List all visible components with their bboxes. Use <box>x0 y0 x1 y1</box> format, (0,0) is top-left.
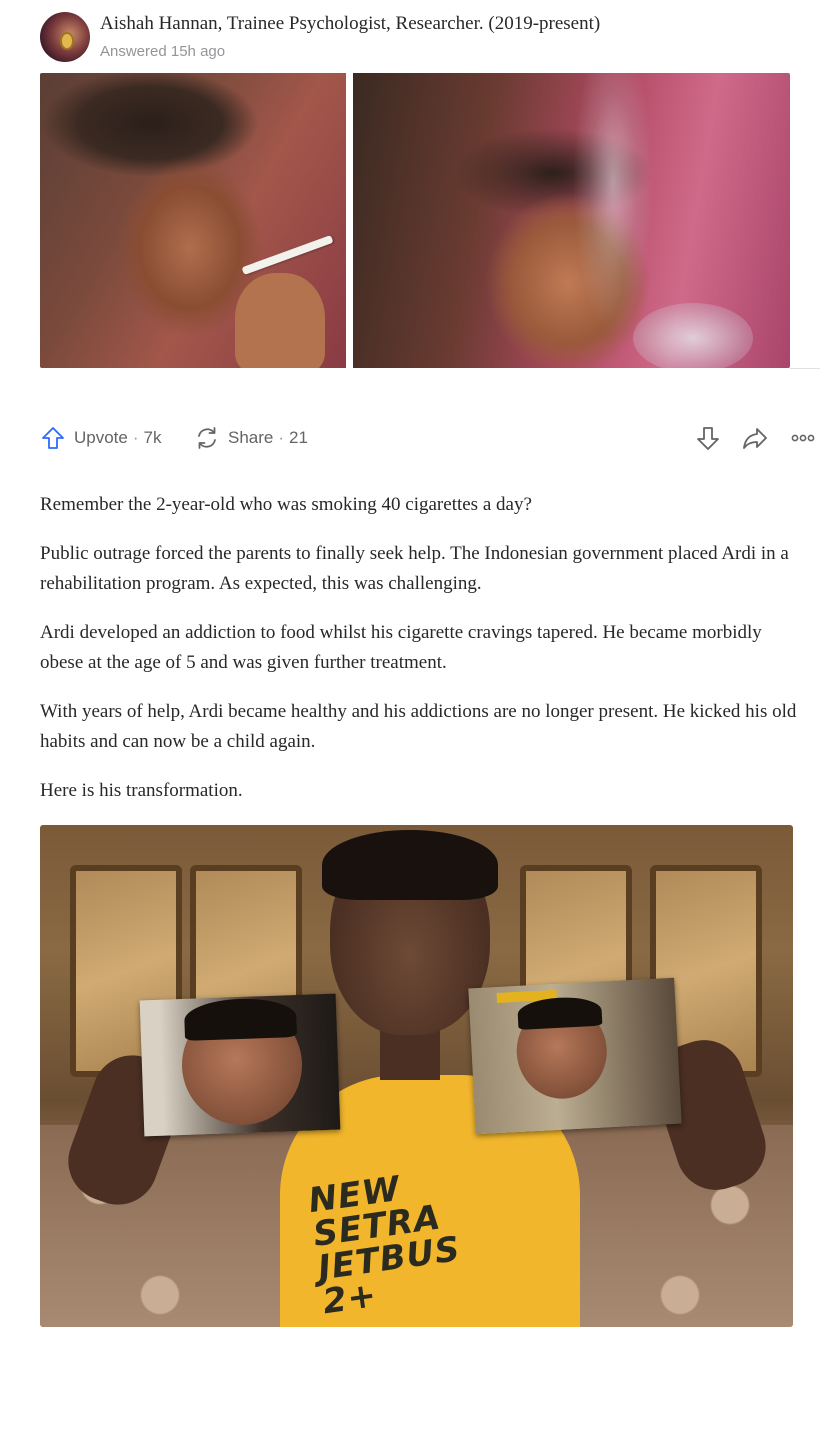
held-photo-left <box>139 993 341 1137</box>
downvote-button[interactable] <box>694 422 722 454</box>
separator-dot: · <box>278 428 285 447</box>
upvote-count: 7k <box>143 428 162 447</box>
earring-detail <box>62 34 72 48</box>
refresh-share-icon <box>194 425 220 451</box>
paragraph: Public outrage forced the parents to fin… <box>40 543 789 594</box>
smoke-shape <box>633 303 753 368</box>
author-credential[interactable]: Aishah Hannan, Trainee Psychologist, Res… <box>100 12 600 36</box>
separator-dot: · <box>132 428 139 447</box>
paragraph: Remember the 2-year-old who was smoking … <box>40 494 532 515</box>
answer-body: Remember the 2-year-old who was smoking … <box>40 490 800 825</box>
paragraph: Ardi developed an addiction to food whil… <box>40 622 762 673</box>
photo-child-smoking-left <box>40 73 346 368</box>
paragraph: Here is his transformation. <box>40 780 243 801</box>
forward-arrow-icon <box>741 424 769 452</box>
hand-shape <box>235 273 325 368</box>
arrow-up-icon <box>40 425 66 451</box>
paragraph: With years of help, Ardi became healthy … <box>40 701 797 752</box>
share-label: Share <box>228 428 274 447</box>
avatar[interactable] <box>40 12 90 62</box>
share-button[interactable]: Share · 21 <box>194 422 308 454</box>
answered-timestamp[interactable]: Answered 15h ago <box>100 42 225 62</box>
boy-hair <box>322 830 498 900</box>
forward-button[interactable] <box>741 422 769 454</box>
action-bar: Upvote · 7k Share · 21 <box>40 422 816 454</box>
answer-image-bottom[interactable]: NEW SETRA JETBUS 2+ <box>40 825 793 1327</box>
photo-child-smoking-right <box>353 73 790 368</box>
divider-line <box>790 368 820 369</box>
answer-header: Aishah Hannan, Trainee Psychologist, Res… <box>40 12 800 64</box>
cigarette-shape <box>241 234 334 276</box>
kid-hair <box>183 997 298 1041</box>
upvote-label: Upvote <box>74 428 128 447</box>
arrow-down-icon <box>694 424 722 452</box>
image-divider <box>346 73 353 368</box>
upvote-button[interactable]: Upvote · 7k <box>40 422 162 454</box>
more-dots-icon <box>789 424 817 452</box>
held-photo-right <box>468 977 682 1135</box>
answer-image-top[interactable] <box>40 73 790 368</box>
shirt-print-text: NEW SETRA JETBUS 2+ <box>306 1168 463 1323</box>
more-options-button[interactable] <box>789 422 817 454</box>
share-count: 21 <box>289 428 308 447</box>
